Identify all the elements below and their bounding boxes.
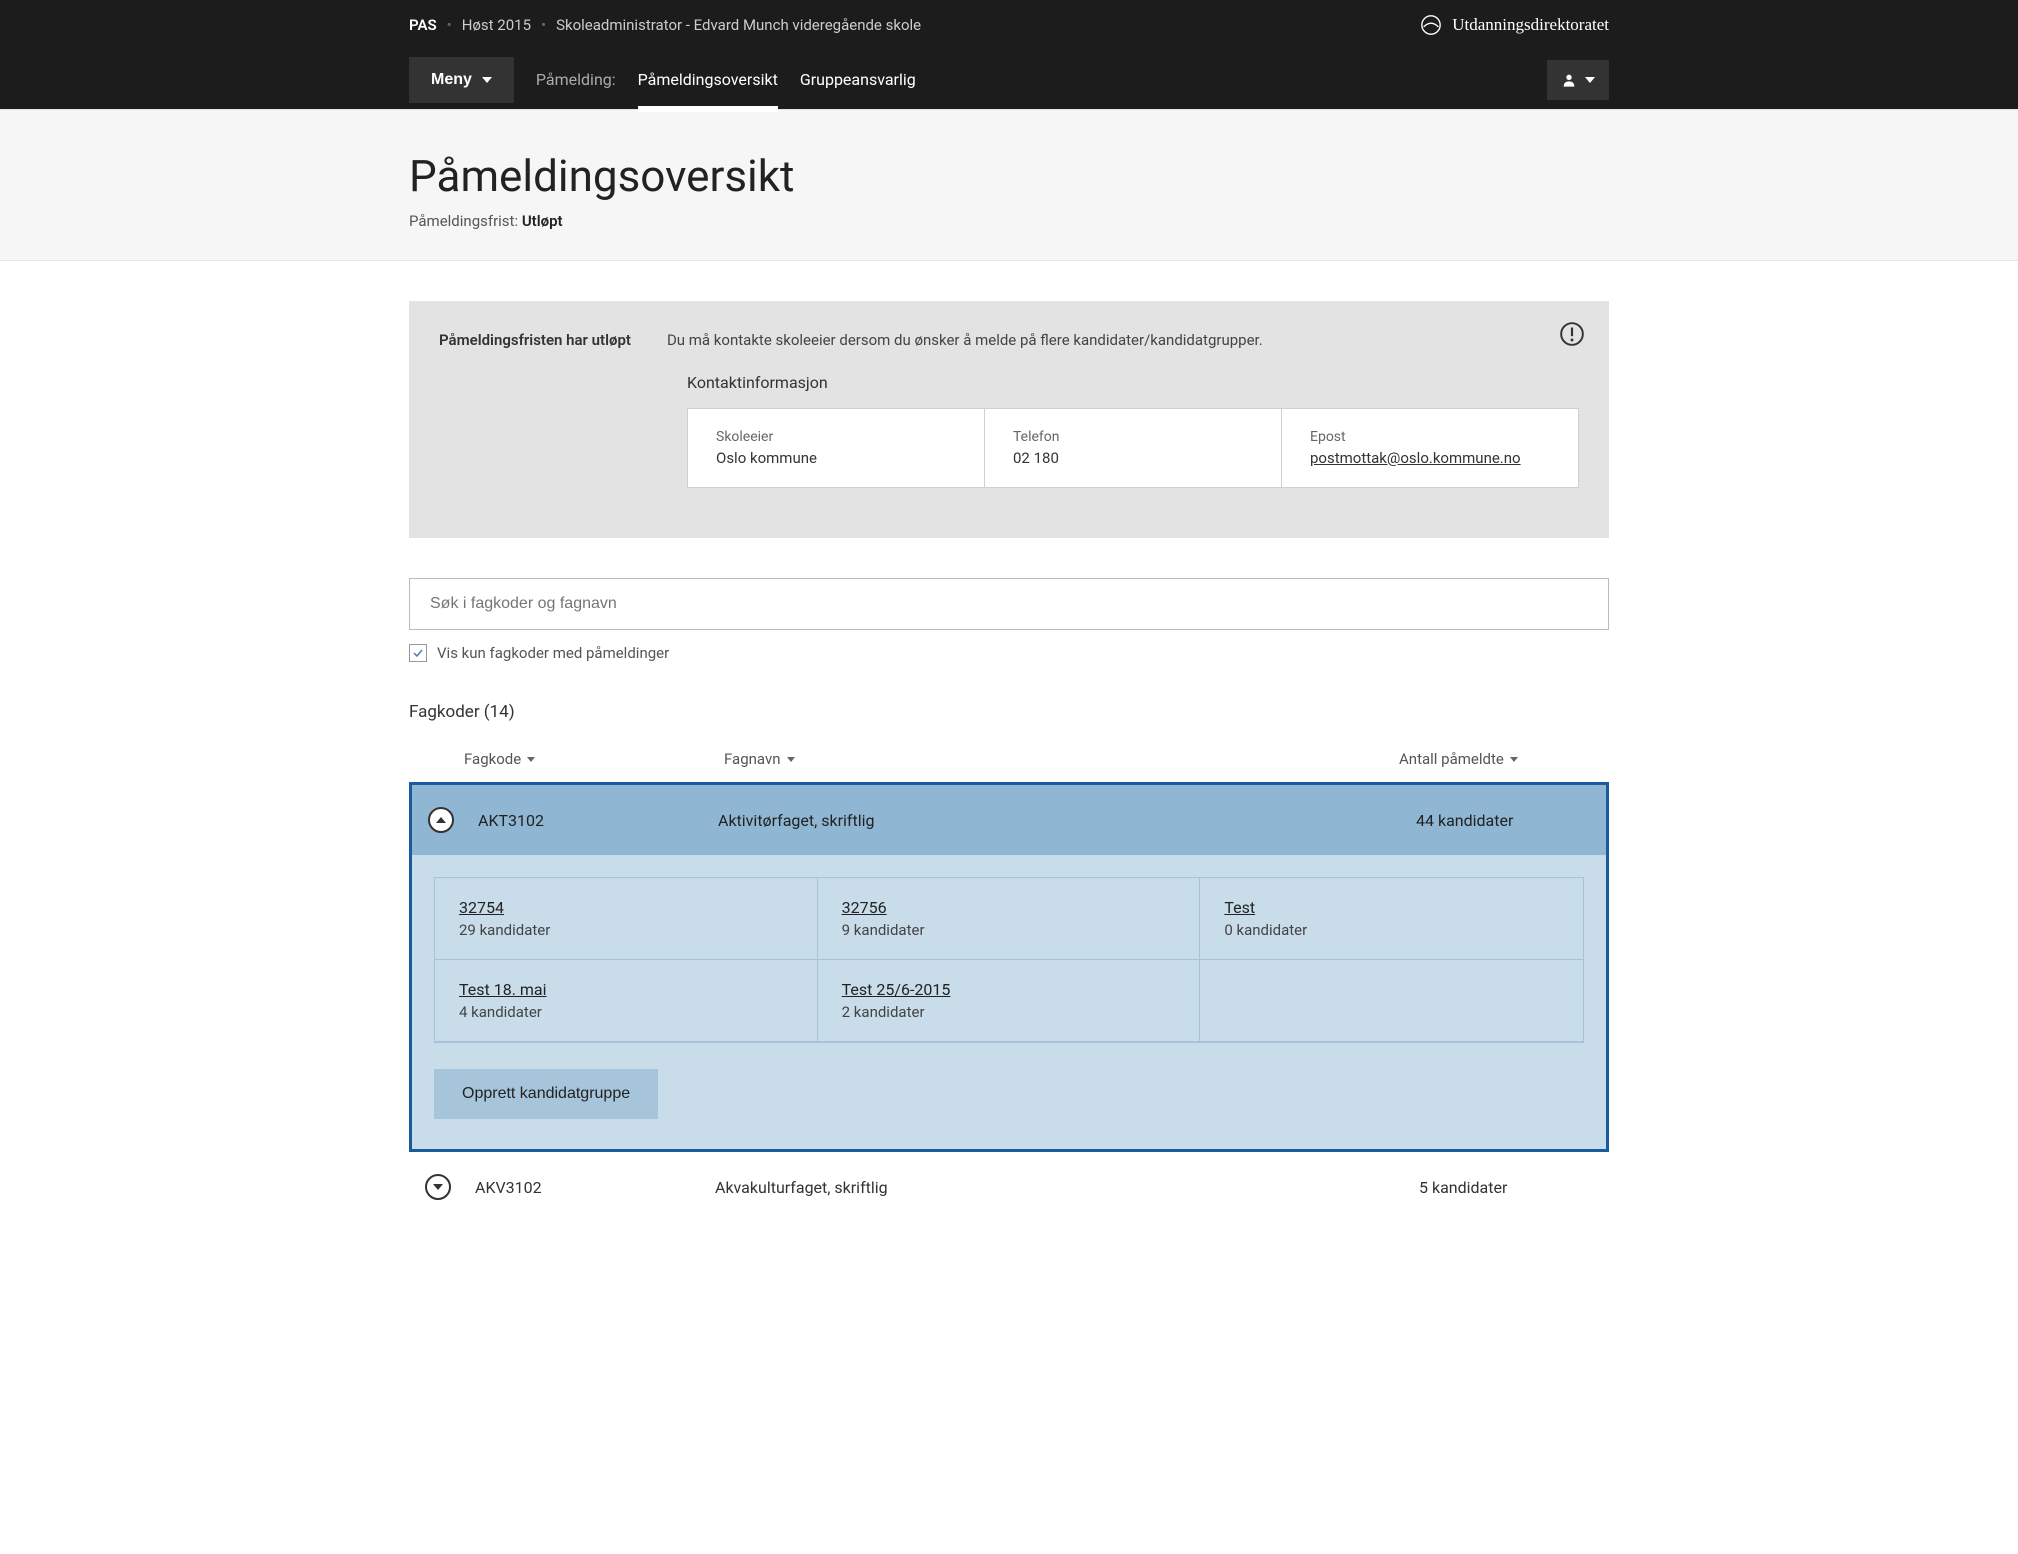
brand-text: Utdanningsdirektoratet (1452, 15, 1609, 35)
brand-icon (1420, 14, 1442, 36)
term-label: Høst 2015 (462, 16, 531, 34)
chevron-down-icon (787, 757, 795, 762)
fagkode-row-expanded: AKT3102 Aktivitørfaget, skriftlig 44 kan… (409, 782, 1609, 1152)
role-label: Skoleadministrator - Edvard Munch videre… (556, 16, 921, 34)
check-icon (412, 647, 424, 659)
fagkode-name: Aktivitørfaget, skriftlig (718, 811, 1416, 830)
page-title: Påmeldingsoversikt (409, 150, 1609, 202)
fagkode-count: 44 kandidater (1416, 811, 1596, 830)
chevron-down-icon (1510, 757, 1518, 762)
deadline-value: Utløpt (522, 212, 563, 230)
groups-grid: 32754 29 kandidater 32756 9 kandidater T… (434, 877, 1584, 1043)
fagkode-header[interactable]: AKT3102 Aktivitørfaget, skriftlig 44 kan… (412, 785, 1606, 855)
email-link[interactable]: postmottak@oslo.kommune.no (1310, 449, 1521, 467)
list-heading: Fagkoder (14) (409, 702, 1609, 722)
group-count: 29 kandidater (459, 921, 793, 939)
expand-button[interactable] (425, 1174, 451, 1200)
contact-table: Skoleeier Oslo kommune Telefon 02 180 Ep… (687, 408, 1579, 488)
filter-checkbox-label: Vis kun fagkoder med påmeldinger (437, 644, 669, 662)
group-count: 0 kandidater (1224, 921, 1559, 939)
notice-title: Påmeldingsfristen har utløpt (439, 331, 631, 349)
fagkode-row[interactable]: AKV3102 Akvakulturfaget, skriftlig 5 kan… (409, 1152, 1609, 1222)
user-menu-button[interactable] (1547, 60, 1609, 100)
group-name[interactable]: 32756 (842, 898, 1176, 917)
owner-value: Oslo kommune (716, 449, 956, 467)
owner-label: Skoleeier (716, 429, 956, 445)
collapse-button[interactable] (428, 807, 454, 833)
notice-panel: Påmeldingsfristen har utløpt Du må konta… (409, 301, 1609, 538)
group-count: 2 kandidater (842, 1003, 1176, 1021)
column-headers: Fagkode Fagnavn Antall påmeldte (409, 750, 1609, 782)
brand-logo: Utdanningsdirektoratet (1420, 14, 1609, 36)
chevron-down-icon (482, 77, 492, 83)
col-header-name[interactable]: Fagnavn (724, 750, 1399, 768)
chevron-down-icon (527, 757, 535, 762)
group-cell[interactable]: Test 0 kandidater (1200, 878, 1583, 960)
deadline-info: Påmeldingsfrist: Utløpt (409, 212, 1609, 230)
group-cell[interactable]: 32754 29 kandidater (435, 878, 818, 960)
fagkode-count: 5 kandidater (1419, 1178, 1599, 1197)
group-cell[interactable]: 32756 9 kandidater (818, 878, 1201, 960)
info-icon (1559, 321, 1585, 351)
group-cell[interactable]: Test 18. mai 4 kandidater (435, 960, 818, 1042)
group-count: 9 kandidater (842, 921, 1176, 939)
email-label: Epost (1310, 429, 1550, 445)
fagkode-name: Akvakulturfaget, skriftlig (715, 1178, 1419, 1197)
notice-message: Du må kontakte skoleeier dersom du ønske… (667, 331, 1263, 349)
group-count: 4 kandidater (459, 1003, 793, 1021)
menu-button[interactable]: Meny (409, 57, 514, 103)
contact-heading: Kontaktinformasjon (687, 373, 1579, 392)
group-name[interactable]: Test (1224, 898, 1559, 917)
fagkode-code: AKT3102 (478, 811, 718, 830)
group-cell[interactable]: Test 25/6-2015 2 kandidater (818, 960, 1201, 1042)
menu-button-label: Meny (431, 71, 472, 89)
col-header-code[interactable]: Fagkode (464, 750, 724, 768)
phone-label: Telefon (1013, 429, 1253, 445)
nav-link-group[interactable]: Gruppeansvarlig (800, 50, 916, 109)
col-header-count[interactable]: Antall påmeldte (1399, 750, 1599, 768)
chevron-up-icon (436, 817, 446, 823)
user-icon (1561, 72, 1577, 88)
filter-checkbox[interactable] (409, 644, 427, 662)
nav-section-label: Påmelding: (536, 70, 616, 89)
fagkode-code: AKV3102 (475, 1178, 715, 1197)
group-name[interactable]: Test 25/6-2015 (842, 980, 1176, 999)
nav-link-overview[interactable]: Påmeldingsoversikt (638, 50, 778, 109)
create-group-button[interactable]: Opprett kandidatgruppe (434, 1069, 658, 1119)
search-input[interactable] (409, 578, 1609, 630)
group-name[interactable]: Test 18. mai (459, 980, 793, 999)
phone-value: 02 180 (1013, 449, 1253, 467)
group-name[interactable]: 32754 (459, 898, 793, 917)
deadline-label: Påmeldingsfrist: (409, 212, 518, 230)
group-cell-empty (1200, 960, 1583, 1042)
chevron-down-icon (1585, 77, 1595, 83)
breadcrumb: PAS • Høst 2015 • Skoleadministrator - E… (409, 16, 921, 34)
app-name: PAS (409, 16, 437, 34)
chevron-down-icon (433, 1184, 443, 1190)
